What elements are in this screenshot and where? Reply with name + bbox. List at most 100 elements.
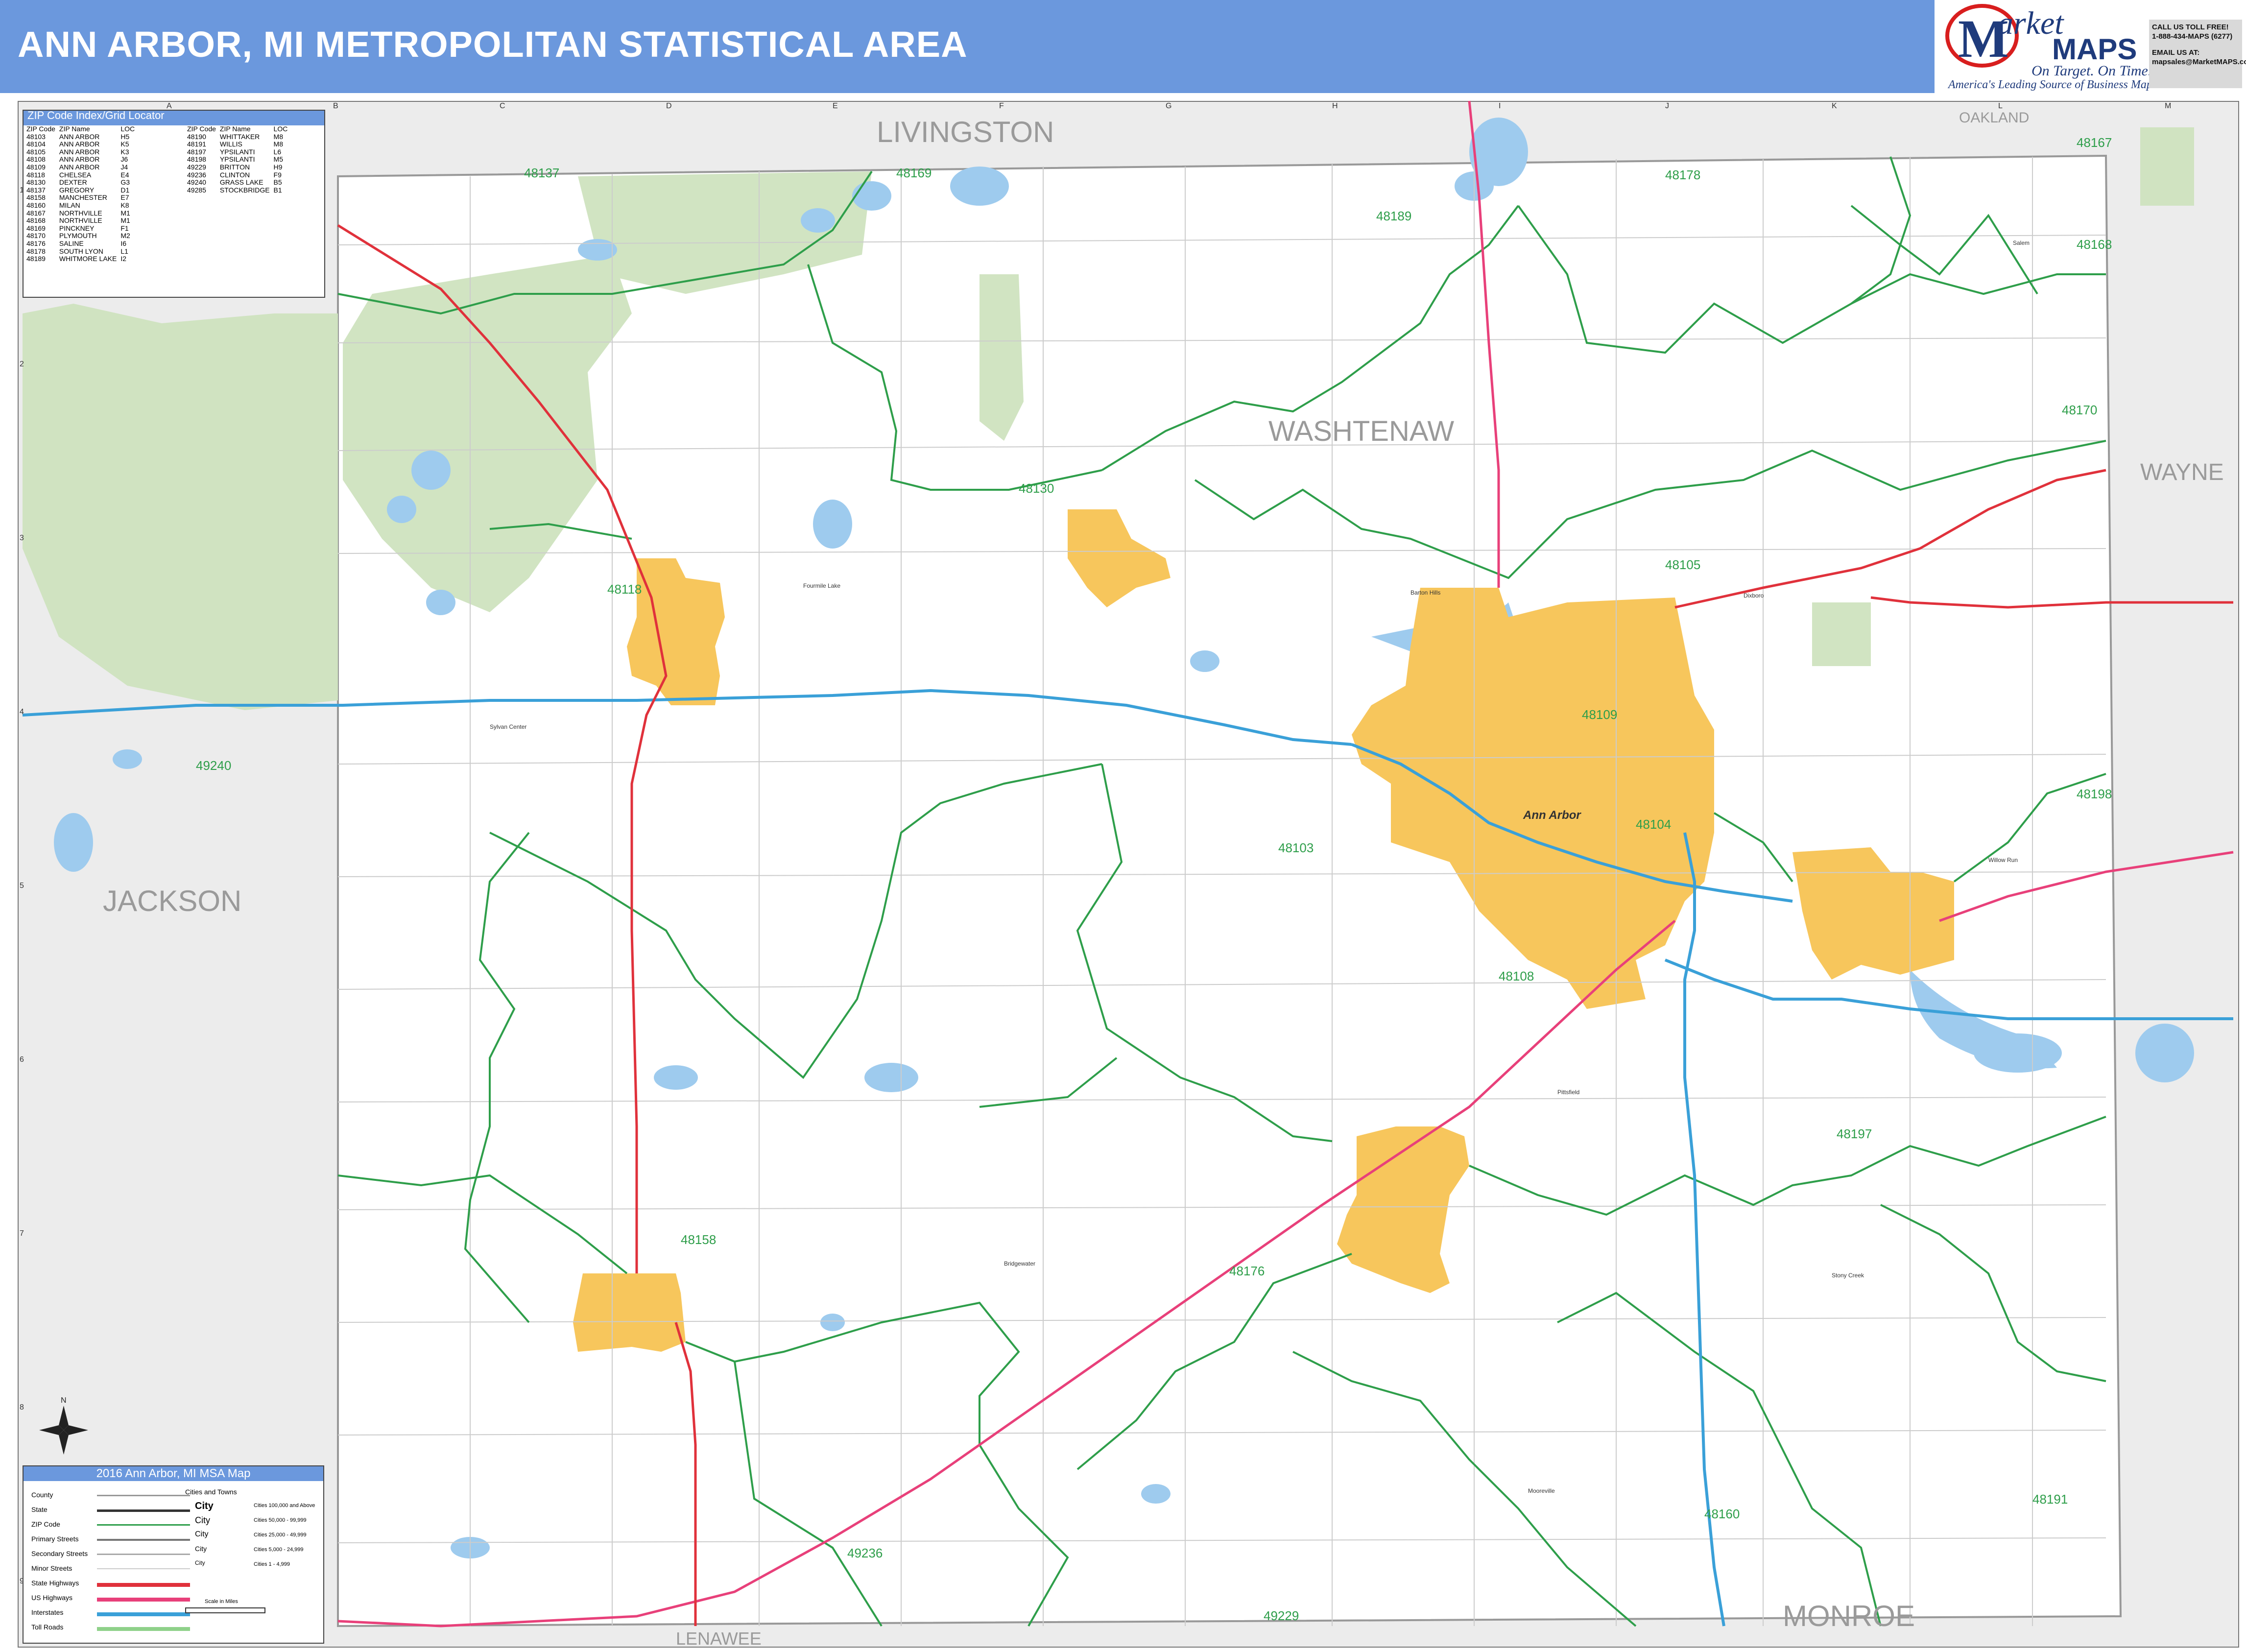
svg-text:Sylvan Center: Sylvan Center <box>490 723 526 730</box>
table-cell: 48108 <box>26 155 46 164</box>
svg-text:Barton Hills: Barton Hills <box>1410 589 1440 596</box>
grid-row-label: 8 <box>20 1403 24 1412</box>
table-cell: MILAN <box>59 201 80 209</box>
map-canvas: LIVINGSTON OAKLAND WASHTENAW WAYNE JACKS… <box>22 100 2234 1649</box>
zip-index-col-header: LOC <box>120 125 135 133</box>
legend-cities-header: Cities and Towns <box>185 1488 237 1496</box>
svg-text:48160: 48160 <box>1704 1507 1740 1521</box>
legend-item-label: Minor Streets <box>31 1564 72 1572</box>
county-monroe: MONROE <box>1783 1600 1915 1632</box>
legend-header: 2016 Ann Arbor, MI MSA Map <box>24 1466 323 1481</box>
table-cell: 48130 <box>26 178 46 187</box>
svg-text:48103: 48103 <box>1278 840 1314 855</box>
table-cell: 48105 <box>26 147 46 156</box>
table-cell: 49240 <box>187 178 206 187</box>
table-cell: YPSILANTI <box>219 147 255 156</box>
grid-row-label: 3 <box>20 534 24 542</box>
table-row: 48178 SOUTH LYON L1 <box>24 247 137 256</box>
svg-text:Mooreville: Mooreville <box>1528 1487 1555 1494</box>
svg-text:48104: 48104 <box>1636 817 1671 832</box>
table-cell: WHITTAKER <box>219 132 260 141</box>
table-cell: PINCKNEY <box>59 224 95 232</box>
legend-city-sample: City <box>195 1530 209 1538</box>
table-cell: 49236 <box>187 170 206 179</box>
svg-text:Bridgewater: Bridgewater <box>1004 1260 1035 1267</box>
table-row: 48109 ANN ARBOR J4 <box>24 163 137 171</box>
legend-item-label: County <box>31 1491 53 1499</box>
svg-text:48130: 48130 <box>1019 481 1054 496</box>
legend-line-swatch <box>97 1509 190 1512</box>
table-cell: H9 <box>273 163 283 171</box>
grid-col-label: C <box>500 102 505 110</box>
table-cell: ANN ARBOR <box>59 140 100 148</box>
table-cell: MANCHESTER <box>59 193 107 202</box>
table-cell: E4 <box>120 170 129 179</box>
table-cell: I6 <box>120 239 127 247</box>
table-row: 49240 GRASS LAKE B5 <box>185 179 289 187</box>
svg-text:48198: 48198 <box>2077 787 2112 801</box>
table-cell: M1 <box>120 216 130 225</box>
zip-index-table-right: ZIP Code ZIP Name LOC 48190 WHITTAKER M8 48191… <box>185 125 289 194</box>
table-row: 48160 MILAN K8 <box>24 201 137 210</box>
legend-line-swatch <box>97 1612 190 1616</box>
table-cell: 48104 <box>26 140 46 148</box>
table-row: 48170 PLYMOUTH M2 <box>24 232 137 240</box>
county-lenawee: LENAWEE <box>676 1628 762 1649</box>
grid-col-label: J <box>1665 102 1669 110</box>
table-row: 48118 CHELSEA E4 <box>24 171 137 179</box>
table-cell: BRITTON <box>219 163 250 171</box>
table-cell: J6 <box>120 155 128 164</box>
svg-text:Pittsfield: Pittsfield <box>1557 1089 1579 1096</box>
table-cell: 48137 <box>26 186 46 194</box>
table-row: 48190 WHITTAKER M8 <box>185 133 289 141</box>
table-cell: GRASS LAKE <box>219 178 263 187</box>
table-cell: B5 <box>273 178 282 187</box>
county-oakland: OAKLAND <box>1959 110 2029 126</box>
table-row: 48130 DEXTER G3 <box>24 179 137 187</box>
svg-text:48169: 48169 <box>896 166 932 180</box>
county-wayne: WAYNE <box>2140 459 2224 485</box>
svg-text:48168: 48168 <box>2077 237 2112 252</box>
map-legend: 2016 Ann Arbor, MI MSA Map County State ZI… <box>23 1465 324 1644</box>
table-row: 48103 ANN ARBOR H5 <box>24 133 137 141</box>
table-cell: 48118 <box>26 170 45 179</box>
legend-line-swatch <box>97 1627 190 1631</box>
table-cell: 48103 <box>26 132 46 141</box>
table-cell: ANN ARBOR <box>59 147 100 156</box>
grid-col-label: F <box>999 102 1004 110</box>
legend-line-swatch <box>97 1583 190 1587</box>
svg-text:48170: 48170 <box>2062 403 2097 417</box>
county-washtenaw: WASHTENAW <box>1268 415 1454 447</box>
legend-item-label: State Highways <box>31 1579 79 1587</box>
svg-text:48158: 48158 <box>681 1232 716 1247</box>
legend-line-swatch <box>97 1539 190 1541</box>
zip-index-col-header: ZIP Code <box>187 125 216 133</box>
table-row: 48191 WILLIS M8 <box>185 141 289 148</box>
table-cell: B1 <box>273 186 282 194</box>
grid-col-label: B <box>333 102 338 110</box>
table-cell: K5 <box>120 140 129 148</box>
svg-text:48109: 48109 <box>1582 707 1617 722</box>
legend-city-range: Cities 100,000 and Above <box>254 1503 315 1508</box>
table-row: 48176 SALINE I6 <box>24 239 137 248</box>
table-cell: 48167 <box>26 209 46 217</box>
table-cell: SALINE <box>59 239 84 247</box>
svg-text:Dixboro: Dixboro <box>1744 592 1764 599</box>
table-cell: 49285 <box>187 186 206 194</box>
svg-text:48176: 48176 <box>1229 1264 1265 1278</box>
grid-row-label: 2 <box>20 360 24 368</box>
legend-city-range: Cities 1 - 4,999 <box>254 1561 290 1567</box>
table-row: 48137 GREGORY D1 <box>24 186 137 194</box>
table-cell: ANN ARBOR <box>59 155 100 164</box>
table-row: 48158 MANCHESTER E7 <box>24 194 137 202</box>
table-row: 48108 ANN ARBOR J6 <box>24 156 137 164</box>
table-row: 49236 CLINTON F9 <box>185 171 289 179</box>
table-cell: ANN ARBOR <box>59 163 100 171</box>
legend-city-range: Cities 50,000 - 99,999 <box>254 1517 307 1523</box>
table-cell: K8 <box>120 201 129 209</box>
table-cell: G3 <box>120 178 130 187</box>
table-row: 48169 PINCKNEY F1 <box>24 224 137 233</box>
legend-line-swatch <box>97 1495 190 1496</box>
table-cell: NORTHVILLE <box>59 209 102 217</box>
table-cell: CHELSEA <box>59 170 92 179</box>
